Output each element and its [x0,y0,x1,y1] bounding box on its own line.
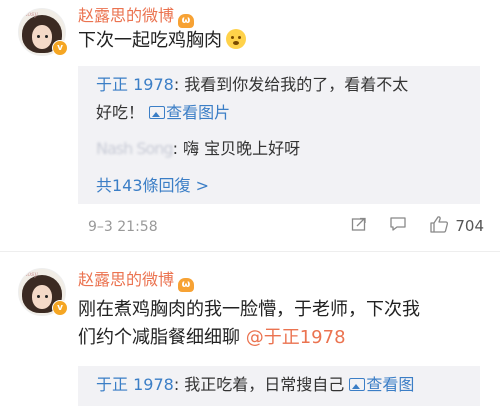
reply-text: : 我正吃着，日常搜自己 [173,375,350,394]
divider [0,251,500,252]
comment-time: 9–3 21:58 [88,219,158,235]
avatar-face [32,285,52,309]
commenter-name-text[interactable]: 赵露思的微博 [78,6,174,25]
emoji-icon [226,29,246,49]
comment-text-line2: 们约个减脂餐细细聊 @于正1978 [78,324,346,352]
avatar-face [32,25,52,49]
image-icon [149,106,166,119]
comment-actions: 704 [337,215,484,237]
comment-text-content: 刚在煮鸡胸肉的我一脸懵，于老师，下次我 [78,299,420,320]
comment-text-content: 们约个减脂餐细细聊 [78,327,246,348]
comment-text-content: 下次一起吃鸡胸肉 [78,30,222,51]
commenter-name[interactable]: 赵露思的微博 ω [78,2,195,28]
comment-text: 刚在煮鸡胸肉的我一脸懵，于老师，下次我 [78,296,420,324]
reply-text: : 我看到你发给我的了，看着不太 [173,75,409,94]
comment-button[interactable] [389,216,407,236]
image-icon [349,378,366,391]
commenter-name[interactable]: 赵露思的微博 ω [78,266,195,292]
view-image-link[interactable]: 查看图 [349,375,414,394]
commenter-name-text[interactable]: 赵露思的微博 [78,270,174,289]
reply-1[interactable]: 于正 1978: 我正吃着，日常搜自己 查看图 [96,372,414,398]
reply-2[interactable]: Nash Song: 嗨 宝贝晚上好呀 [96,136,300,162]
avatar-eye [37,295,40,298]
verified-badge-icon: v [52,40,68,56]
reply-author[interactable]: 于正 1978 [96,75,174,94]
avatar-label: Rosy [23,271,38,278]
reply-text: : 嗨 宝贝晚上好呀 [172,139,301,158]
reply-author[interactable]: 于正 1978 [96,375,174,394]
member-crown-icon: ω [178,278,195,292]
member-crown-icon: ω [178,14,195,28]
more-replies-link[interactable]: 共143條回復 > [96,172,209,196]
like-icon [430,216,449,233]
reply-box: 于正 1978: 我看到你发给我的了，看着不太 好吃！ 查看图片 Nash So… [78,66,480,204]
comment-text: 下次一起吃鸡胸肉 [78,27,246,55]
reply-text: 好吃！ [96,103,145,122]
avatar-eye [45,295,48,298]
avatar-eye [45,35,48,38]
view-image-link[interactable]: 查看图片 [149,103,230,122]
share-icon [352,217,367,231]
like-count: 704 [455,217,484,235]
reply-box: 于正 1978: 我正吃着，日常搜自己 查看图 [78,366,480,406]
reply-author-blurred[interactable]: Nash Song [96,136,174,162]
like-button[interactable] [429,215,449,237]
share-button[interactable] [351,216,367,236]
comment-icon [390,217,407,231]
avatar-eye [37,35,40,38]
reply-1[interactable]: 于正 1978: 我看到你发给我的了，看着不太 [96,72,408,98]
reply-1-line2: 好吃！ 查看图片 [96,100,230,126]
verified-badge-icon: v [52,300,68,316]
avatar-label: Rosy [23,11,38,18]
mention-link[interactable]: @于正1978 [246,327,346,348]
